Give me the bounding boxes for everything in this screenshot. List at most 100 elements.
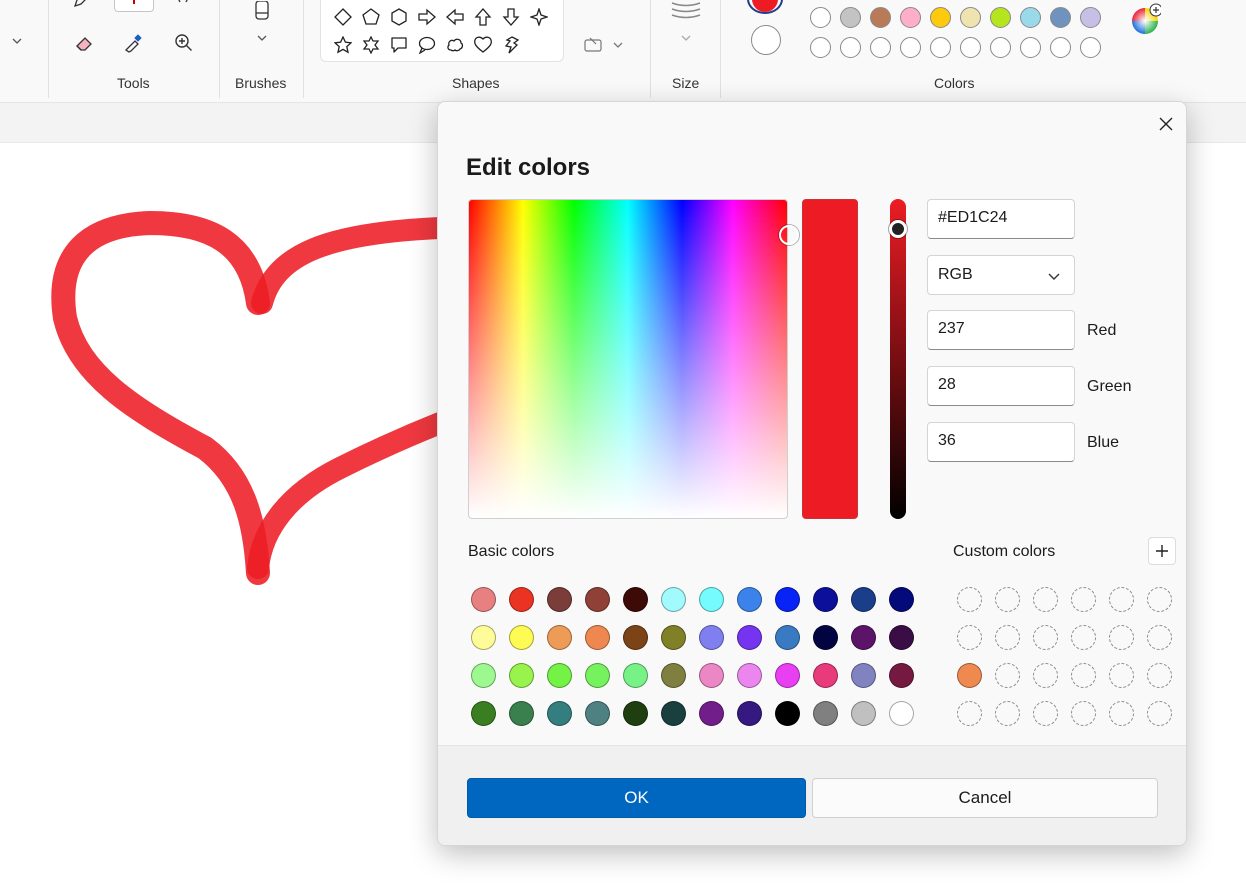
six-point-star-shape-icon[interactable] (360, 34, 382, 56)
basic-color-swatch[interactable] (813, 625, 838, 650)
arrow-right-shape-icon[interactable] (416, 6, 438, 28)
palette-swatch[interactable] (960, 7, 981, 28)
custom-color-slot-empty[interactable] (1071, 663, 1096, 688)
spectrum-selector-thumb[interactable] (779, 225, 799, 245)
palette-swatch[interactable] (1050, 7, 1071, 28)
custom-color-slot-empty[interactable] (1109, 663, 1134, 688)
palette-swatch-empty[interactable] (990, 37, 1011, 58)
basic-color-swatch[interactable] (585, 625, 610, 650)
hexagon-shape-icon[interactable] (388, 6, 410, 28)
basic-color-swatch[interactable] (585, 587, 610, 612)
basic-color-swatch[interactable] (509, 663, 534, 688)
basic-color-swatch[interactable] (737, 701, 762, 726)
custom-color-slot-empty[interactable] (1033, 701, 1058, 726)
oval-callout-shape-icon[interactable] (416, 34, 438, 56)
custom-color-slot-empty[interactable] (1147, 663, 1172, 688)
basic-color-swatch[interactable] (889, 625, 914, 650)
red-input[interactable]: 237 (927, 310, 1075, 350)
ok-button[interactable]: OK (467, 778, 806, 818)
custom-color-slot-empty[interactable] (1033, 625, 1058, 650)
color-spectrum[interactable] (468, 199, 799, 519)
pentagon-shape-icon[interactable] (360, 6, 382, 28)
custom-color-slot-empty[interactable] (957, 625, 982, 650)
cancel-button[interactable]: Cancel (812, 778, 1158, 818)
brush-icon[interactable] (250, 0, 274, 24)
basic-color-swatch[interactable] (509, 701, 534, 726)
color-picker-icon[interactable] (121, 31, 145, 55)
basic-color-swatch[interactable] (775, 701, 800, 726)
basic-color-swatch[interactable] (585, 663, 610, 688)
basic-color-swatch[interactable] (813, 701, 838, 726)
value-slider[interactable] (889, 199, 907, 519)
basic-color-swatch[interactable] (737, 587, 762, 612)
color-mode-select[interactable]: RGB (927, 255, 1075, 295)
basic-color-swatch[interactable] (547, 663, 572, 688)
palette-swatch-empty[interactable] (810, 37, 831, 58)
basic-color-swatch[interactable] (813, 663, 838, 688)
custom-color-slot-empty[interactable] (957, 587, 982, 612)
basic-color-swatch[interactable] (661, 625, 686, 650)
five-point-star-shape-icon[interactable] (332, 34, 354, 56)
hex-input[interactable]: #ED1C24 (927, 199, 1075, 239)
basic-color-swatch[interactable] (623, 663, 648, 688)
custom-color-slot-empty[interactable] (995, 587, 1020, 612)
basic-color-swatch[interactable] (547, 701, 572, 726)
basic-color-swatch[interactable] (471, 663, 496, 688)
basic-color-swatch[interactable] (471, 587, 496, 612)
edit-colors-icon[interactable] (1128, 2, 1162, 36)
chevron-down-icon[interactable] (10, 34, 24, 48)
custom-color-slot-empty[interactable] (1071, 701, 1096, 726)
basic-color-swatch[interactable] (851, 663, 876, 688)
basic-color-swatch[interactable] (775, 587, 800, 612)
heart-shape-icon[interactable] (472, 34, 494, 56)
basic-color-swatch[interactable] (661, 701, 686, 726)
palette-swatch[interactable] (810, 7, 831, 28)
custom-color-slot-empty[interactable] (1071, 625, 1096, 650)
basic-color-swatch[interactable] (623, 587, 648, 612)
palette-swatch[interactable] (990, 7, 1011, 28)
size-lines-icon[interactable] (670, 0, 702, 20)
custom-color-slot-empty[interactable] (1109, 587, 1134, 612)
basic-color-swatch[interactable] (509, 587, 534, 612)
palette-swatch-empty[interactable] (1050, 37, 1071, 58)
cloud-callout-shape-icon[interactable] (444, 34, 466, 56)
basic-color-swatch[interactable] (889, 587, 914, 612)
basic-color-swatch[interactable] (661, 587, 686, 612)
basic-color-swatch[interactable] (547, 587, 572, 612)
four-point-star-shape-icon[interactable] (528, 6, 550, 28)
custom-color-slot-empty[interactable] (1147, 625, 1172, 650)
palette-swatch-empty[interactable] (930, 37, 951, 58)
palette-swatch[interactable] (930, 7, 951, 28)
basic-color-swatch[interactable] (889, 701, 914, 726)
basic-color-swatch[interactable] (699, 587, 724, 612)
text-icon[interactable] (172, 0, 194, 8)
palette-swatch[interactable] (1020, 7, 1041, 28)
custom-color-slot-empty[interactable] (995, 625, 1020, 650)
basic-color-swatch[interactable] (775, 663, 800, 688)
rectangle-callout-shape-icon[interactable] (388, 34, 410, 56)
palette-swatch-empty[interactable] (870, 37, 891, 58)
basic-color-swatch[interactable] (699, 663, 724, 688)
palette-swatch-empty[interactable] (960, 37, 981, 58)
blue-input[interactable]: 36 (927, 422, 1075, 462)
basic-color-swatch[interactable] (737, 625, 762, 650)
custom-color-slot-empty[interactable] (1147, 701, 1172, 726)
lightning-shape-icon[interactable] (500, 34, 522, 56)
arrow-down-shape-icon[interactable] (500, 6, 522, 28)
fill-style-icon[interactable] (584, 36, 624, 54)
palette-swatch-empty[interactable] (840, 37, 861, 58)
basic-color-swatch[interactable] (699, 625, 724, 650)
custom-color-swatch[interactable] (957, 663, 982, 688)
green-input[interactable]: 28 (927, 366, 1075, 406)
basic-color-swatch[interactable] (851, 587, 876, 612)
basic-color-swatch[interactable] (471, 701, 496, 726)
custom-color-slot-empty[interactable] (957, 701, 982, 726)
basic-color-swatch[interactable] (851, 701, 876, 726)
basic-color-swatch[interactable] (699, 701, 724, 726)
magnifier-icon[interactable] (172, 31, 196, 55)
arrow-up-shape-icon[interactable] (472, 6, 494, 28)
custom-color-slot-empty[interactable] (1109, 625, 1134, 650)
basic-color-swatch[interactable] (661, 663, 686, 688)
eraser-icon[interactable] (72, 31, 96, 55)
palette-swatch-empty[interactable] (900, 37, 921, 58)
